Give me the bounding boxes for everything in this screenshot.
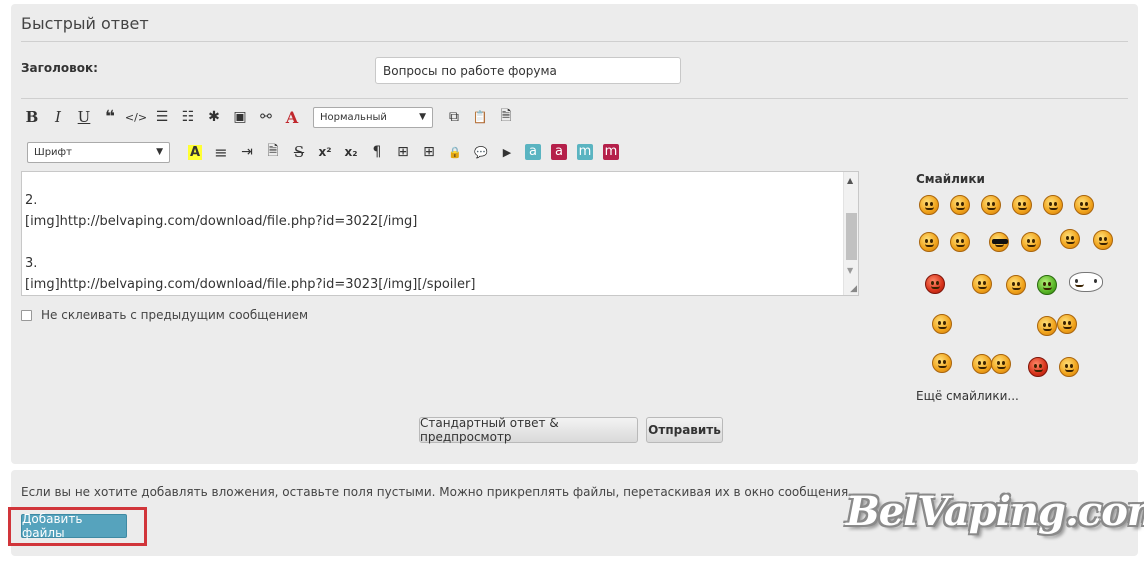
italic-button[interactable]: I — [45, 106, 71, 128]
chevron-down-icon: ▼ — [156, 147, 163, 157]
star-icon[interactable]: ✱ — [201, 106, 227, 128]
toolbar-row-2: Шрифт ▼ A ≡ ⇥ 🗎 S x² x₂ ¶ ⊞ ⊞ 🔒 💬 ▶ a a … — [27, 141, 624, 163]
font-family-value: Шрифт — [34, 146, 72, 158]
paragraph-icon[interactable]: ¶ — [364, 141, 390, 163]
link-icon[interactable]: ⚯ — [253, 106, 279, 128]
smiley-icon[interactable] — [950, 232, 970, 252]
attachments-note: Если вы не хотите добавлять вложения, ос… — [21, 485, 853, 499]
table-icon[interactable]: ⊞ — [390, 141, 416, 163]
superscript-button[interactable]: x² — [312, 141, 338, 163]
smiley-icon[interactable] — [1037, 316, 1057, 336]
quick-reply-panel: Быстрый ответ Заголовок: B I U ❝ </> ☰ ☷… — [11, 4, 1138, 464]
underline-button[interactable]: U — [71, 106, 97, 128]
code-icon[interactable]: </> — [123, 106, 149, 128]
divider — [21, 98, 1128, 99]
smiley-icon[interactable] — [932, 314, 952, 334]
smiley-icon[interactable] — [1060, 229, 1080, 249]
scroll-down-icon[interactable]: ▼ — [847, 266, 853, 275]
editor-scrollbar[interactable]: ▲ ▼ — [843, 172, 858, 295]
watermark-logo: BelVaping.com — [846, 488, 1144, 535]
style-a-red-button[interactable]: a — [546, 141, 572, 163]
highlight-button[interactable]: A — [182, 141, 208, 163]
smiley-icon[interactable] — [1059, 357, 1079, 377]
smiley-icon[interactable] — [972, 354, 992, 374]
video-icon[interactable]: ▶ — [494, 141, 520, 163]
scroll-up-icon[interactable]: ▲ — [847, 176, 853, 185]
font-family-select[interactable]: Шрифт ▼ — [27, 141, 170, 163]
numbered-list-icon[interactable]: ☷ — [175, 106, 201, 128]
smiley-icon[interactable] — [981, 195, 1001, 215]
green-smiley-icon[interactable] — [1037, 275, 1057, 295]
no-merge-label: Не склеивать с предыдущим сообщением — [41, 308, 309, 322]
smiley-icon[interactable] — [1021, 232, 1041, 252]
smiley-icon[interactable] — [1012, 195, 1032, 215]
smiley-icon[interactable] — [1057, 314, 1077, 334]
divider — [21, 41, 1128, 42]
smilies-title: Смайлики — [916, 172, 985, 186]
troll-face-icon[interactable] — [1069, 272, 1103, 292]
paste-icon[interactable]: 📋 — [467, 106, 493, 128]
smiley-icon[interactable] — [1006, 275, 1026, 295]
smiley-icon[interactable] — [1074, 195, 1094, 215]
smiley-icon[interactable] — [932, 353, 952, 373]
smiley-icon[interactable] — [1043, 195, 1063, 215]
letter-m-icon: m — [603, 144, 619, 160]
message-text[interactable]: 2. [img]http://belvaping.com/download/fi… — [25, 190, 840, 295]
scroll-thumb[interactable] — [846, 213, 857, 260]
sunglasses-smiley-icon[interactable] — [989, 232, 1009, 252]
letter-a-icon: a — [551, 144, 567, 160]
subject-input[interactable] — [375, 57, 681, 84]
copy-icon[interactable]: ⧉ — [441, 106, 467, 128]
indent-icon[interactable]: ⇥ — [234, 141, 260, 163]
smiley-icon[interactable] — [991, 354, 1011, 374]
image-icon[interactable]: ▣ — [227, 106, 253, 128]
font-size-value: Нормальный — [320, 111, 387, 123]
more-smilies-link[interactable]: Ещё смайлики... — [916, 389, 1019, 403]
smiley-icon[interactable] — [1093, 230, 1113, 250]
panel-title: Быстрый ответ — [21, 14, 149, 33]
subscript-button[interactable]: x₂ — [338, 141, 364, 163]
toolbar-row-1: B I U ❝ </> ☰ ☷ ✱ ▣ ⚯ A Нормальный ▼ ⧉ 📋… — [19, 106, 519, 128]
smiley-icon[interactable] — [972, 274, 992, 294]
devil-smiley-icon[interactable] — [925, 274, 945, 294]
send-button[interactable]: Отправить — [646, 417, 723, 443]
letter-m-icon: m — [577, 144, 593, 160]
strikethrough-button[interactable]: S — [286, 141, 312, 163]
quote-icon[interactable]: ❝ — [97, 106, 123, 128]
align-center-icon[interactable]: ≡ — [208, 141, 234, 163]
chevron-down-icon: ▼ — [419, 112, 426, 122]
style-a-teal-button[interactable]: a — [520, 141, 546, 163]
document-icon[interactable]: 🗎 — [260, 141, 286, 163]
lock-icon[interactable]: 🔒 — [442, 141, 468, 163]
highlight-icon: A — [187, 144, 203, 160]
resize-grip-icon[interactable]: ◢ — [850, 284, 857, 294]
font-color-icon[interactable]: A — [279, 106, 305, 128]
smiley-icon[interactable] — [1028, 357, 1048, 377]
letter-a-icon: a — [525, 144, 541, 160]
smiley-icon[interactable] — [919, 195, 939, 215]
font-size-select[interactable]: Нормальный ▼ — [313, 106, 433, 128]
bullet-list-icon[interactable]: ☰ — [149, 106, 175, 128]
speech-bubble-icon[interactable]: 💬 — [468, 141, 494, 163]
subject-label: Заголовок: — [21, 61, 98, 75]
smiley-icon[interactable] — [950, 195, 970, 215]
table-icon[interactable]: ⊞ — [416, 141, 442, 163]
highlight-annotation — [8, 507, 147, 546]
style-m-red-button[interactable]: m — [598, 141, 624, 163]
preview-button[interactable]: Стандартный ответ & предпросмотр — [419, 416, 638, 444]
checkbox-box[interactable] — [21, 309, 32, 321]
message-editor[interactable]: 2. [img]http://belvaping.com/download/fi… — [21, 171, 859, 296]
smiley-icon[interactable] — [919, 232, 939, 252]
bold-button[interactable]: B — [19, 106, 45, 128]
style-m-teal-button[interactable]: m — [572, 141, 598, 163]
no-merge-checkbox[interactable]: Не склеивать с предыдущим сообщением — [21, 308, 308, 322]
document-icon[interactable]: 🗎 — [493, 106, 519, 128]
